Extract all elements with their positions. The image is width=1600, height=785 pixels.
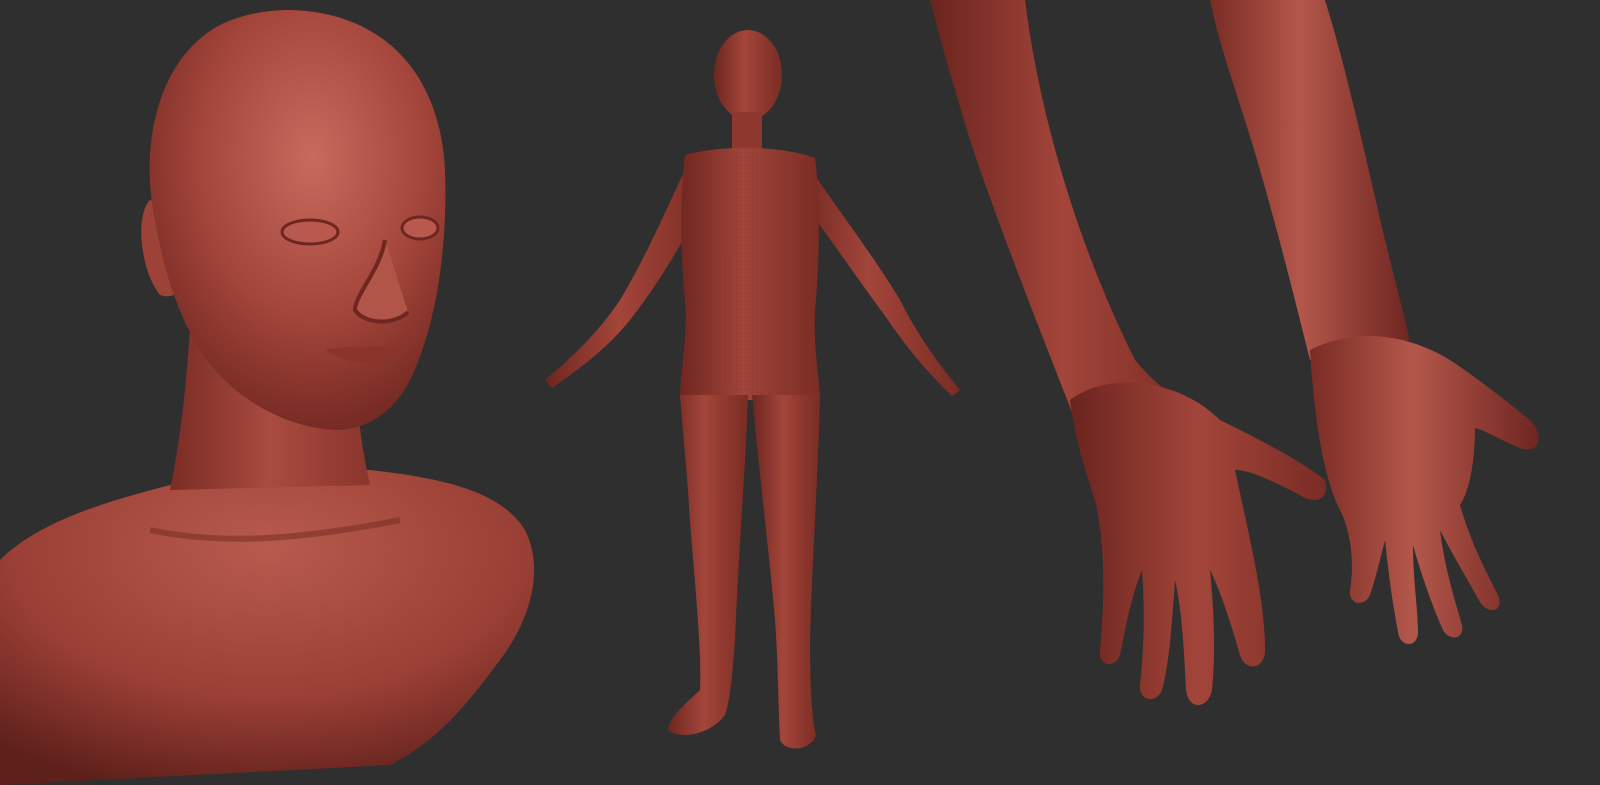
bust-chest xyxy=(0,470,535,785)
figure-leg-left xyxy=(668,395,748,735)
forearm-right xyxy=(1210,0,1410,360)
figure-leg-right xyxy=(752,395,820,749)
full-body-render xyxy=(545,30,960,749)
figure-head xyxy=(714,30,782,120)
hands-render xyxy=(930,0,1539,705)
hands-view xyxy=(930,0,1600,785)
full-body-view xyxy=(520,0,990,785)
hand-back-left xyxy=(1070,382,1326,705)
hand-palm-right xyxy=(1310,336,1539,644)
figure-neck xyxy=(732,112,762,150)
head-bust-render xyxy=(0,10,535,785)
sculpt-viewport xyxy=(0,0,1600,785)
head-bust-view xyxy=(0,0,560,785)
bust-eye-right xyxy=(400,215,440,241)
forearm-left xyxy=(930,0,1195,420)
bust-eye-left xyxy=(280,218,340,246)
